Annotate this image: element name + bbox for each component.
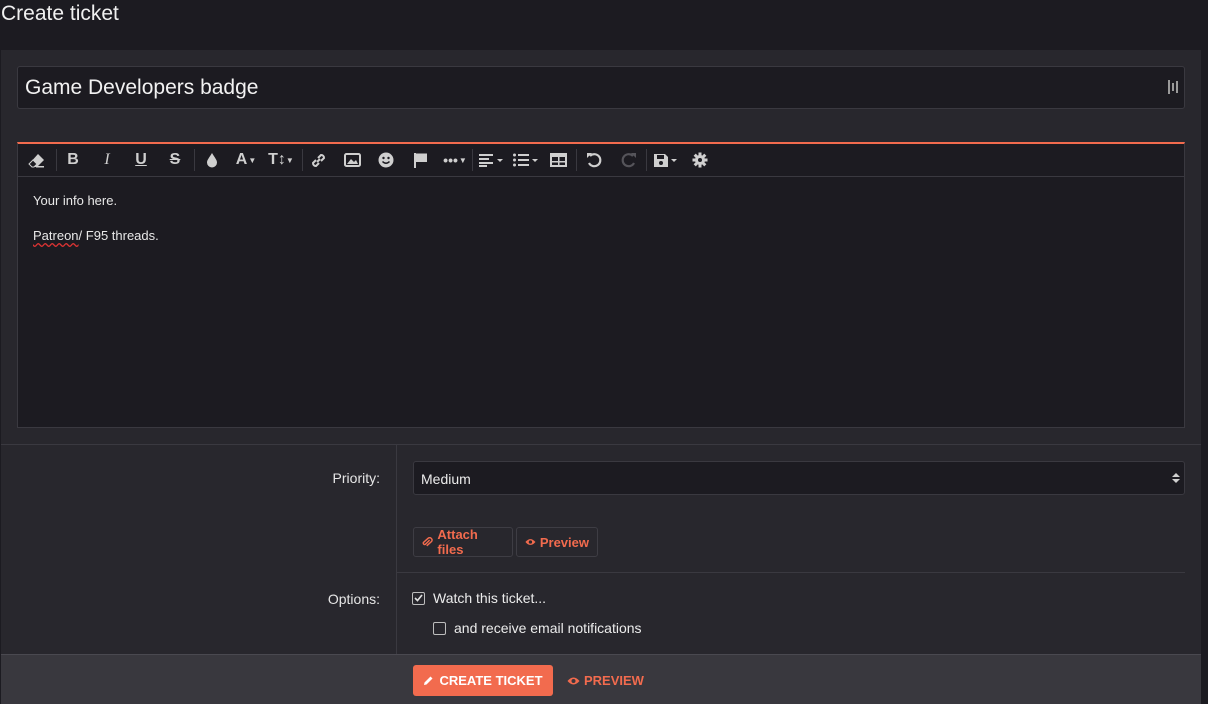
editor-line: Your info here.: [33, 193, 118, 208]
eraser-icon[interactable]: [26, 149, 46, 171]
eye-icon: [567, 677, 580, 684]
message-editor[interactable]: B I U S A ▼ T↕ ▼ ••• ▼ Your info here. P…: [17, 142, 1185, 428]
watch-ticket-checkbox[interactable]: [412, 591, 425, 605]
editor-text: / F95 threads.: [78, 228, 159, 243]
misspelled-word: Patreon: [33, 228, 79, 243]
priority-select[interactable]: Medium: [413, 461, 1185, 495]
paperclip-icon: [422, 537, 433, 547]
email-notifications-checkbox[interactable]: [433, 621, 446, 635]
priority-label: Priority:: [332, 470, 380, 486]
editor-line: Patreon/ F95 threads.: [33, 229, 1169, 243]
smiley-icon[interactable]: [376, 149, 396, 171]
select-arrows-icon: [1172, 473, 1180, 483]
italic-icon[interactable]: I: [98, 149, 116, 171]
strikethrough-icon[interactable]: S: [166, 149, 184, 171]
priority-value: Medium: [421, 471, 471, 487]
create-ticket-button[interactable]: CREATE TICKET: [413, 665, 553, 696]
list-icon[interactable]: [512, 149, 540, 171]
preview-small-label: Preview: [539, 534, 589, 550]
color-icon[interactable]: [202, 149, 222, 171]
image-icon[interactable]: [342, 149, 362, 171]
table-icon[interactable]: [548, 149, 568, 171]
ticket-title-input[interactable]: Game Developers badge: [17, 66, 1185, 109]
eye-icon: [525, 539, 536, 545]
drag-handle-icon[interactable]: [1168, 80, 1178, 94]
editor-content[interactable]: Your info here. Patreon/ F95 threads.: [18, 177, 1184, 281]
watch-ticket-label: Watch this ticket...: [433, 590, 547, 606]
divider: [397, 572, 1185, 573]
create-ticket-label: CREATE TICKET: [439, 673, 543, 688]
divider: [1, 444, 1201, 445]
font-family-icon[interactable]: A ▼: [232, 149, 260, 171]
preview-small-button[interactable]: Preview: [516, 527, 598, 557]
checkmark-icon: [414, 594, 423, 602]
save-draft-icon[interactable]: [652, 149, 680, 171]
form-submit-bar: CREATE TICKET PREVIEW: [1, 654, 1201, 704]
editor-toolbar: B I U S A ▼ T↕ ▼ ••• ▼: [18, 144, 1184, 177]
preview-label: PREVIEW: [584, 673, 644, 688]
bold-icon[interactable]: B: [64, 149, 82, 171]
align-icon[interactable]: [478, 149, 506, 171]
ticket-form: Game Developers badge B I U S A ▼ T↕ ▼ •…: [1, 50, 1201, 704]
more-icon[interactable]: ••• ▼: [440, 149, 470, 171]
email-notifications-label: and receive email notifications: [454, 620, 642, 636]
link-icon[interactable]: [308, 149, 328, 171]
ticket-title-value: Game Developers badge: [25, 76, 259, 99]
font-size-icon[interactable]: T↕ ▼: [266, 149, 296, 171]
email-notifications-checkbox-row[interactable]: and receive email notifications: [433, 620, 642, 636]
page-title: Create ticket: [1, 2, 119, 25]
preview-button[interactable]: PREVIEW: [567, 665, 644, 696]
redo-icon[interactable]: [618, 149, 638, 171]
underline-icon[interactable]: U: [132, 149, 150, 171]
options-label: Options:: [327, 591, 380, 607]
watch-ticket-checkbox-row[interactable]: Watch this ticket...: [412, 590, 546, 606]
attach-files-label: Attach files: [437, 527, 478, 557]
attach-files-button[interactable]: Attach files: [413, 527, 513, 557]
pencil-icon: [424, 676, 433, 685]
undo-icon[interactable]: [584, 149, 604, 171]
settings-icon[interactable]: [690, 149, 710, 171]
flag-icon[interactable]: [410, 149, 430, 171]
